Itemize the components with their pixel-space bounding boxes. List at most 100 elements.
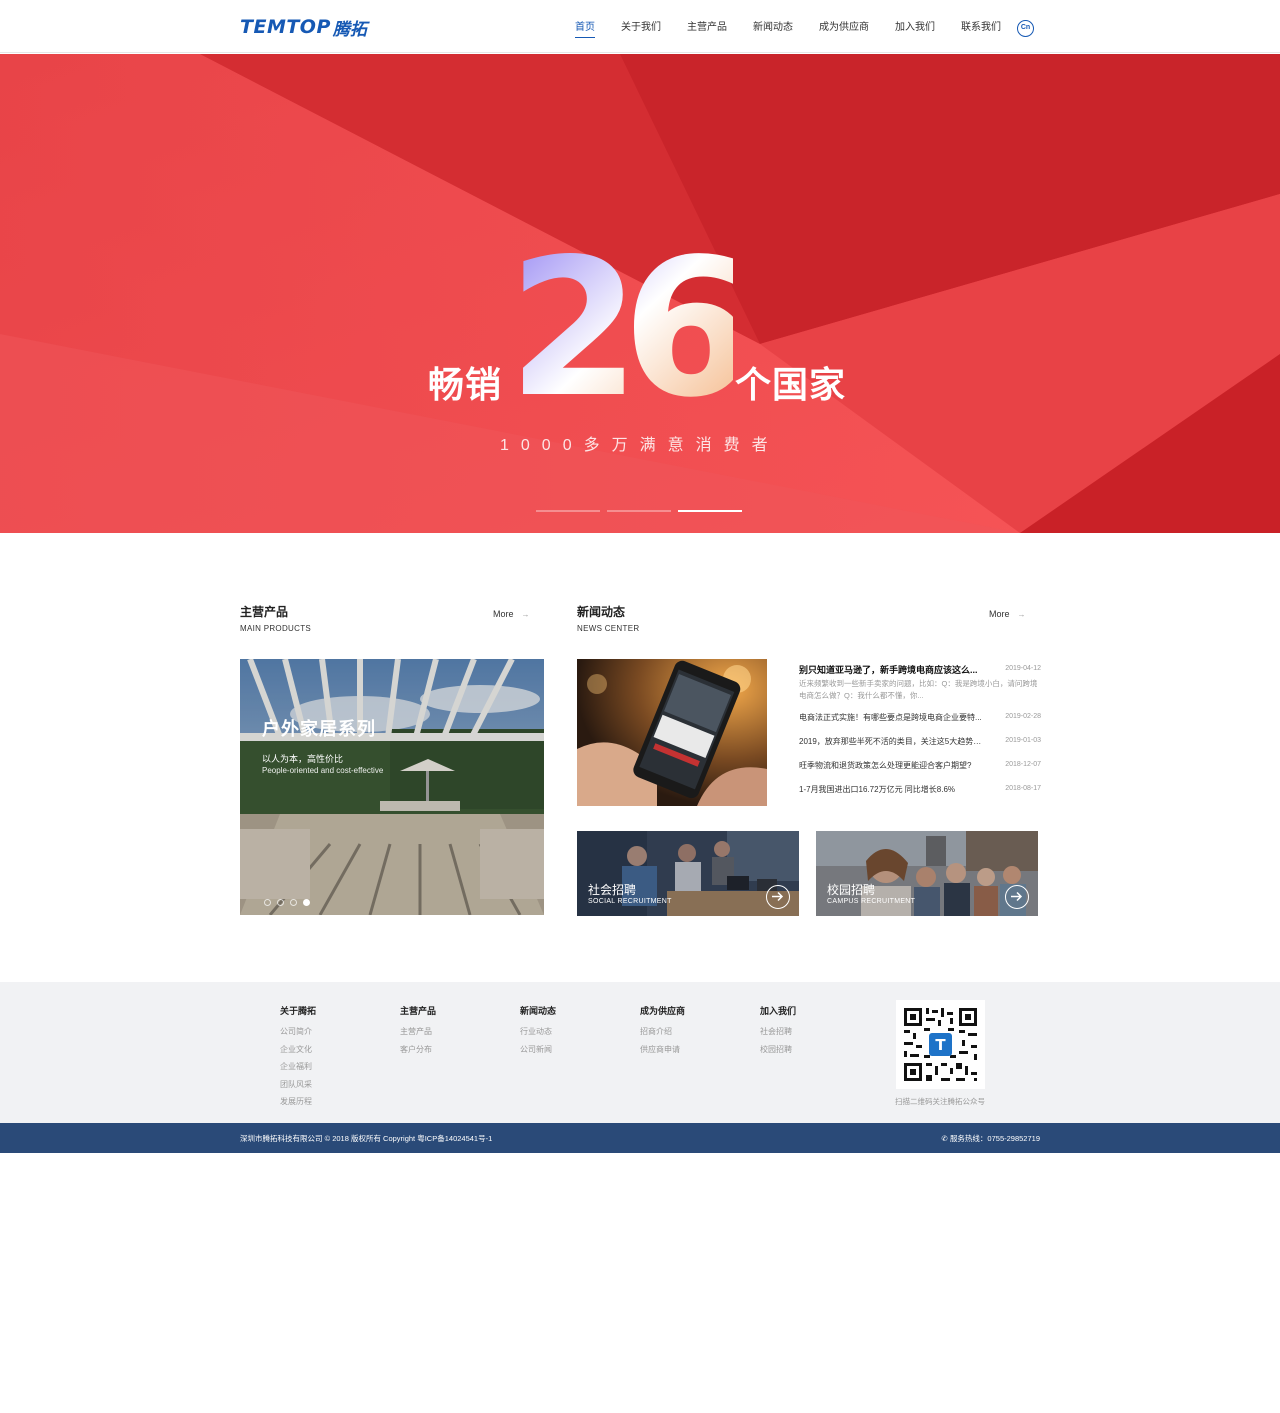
footer-link[interactable]: 行业动态 — [520, 1023, 556, 1041]
news-item[interactable]: 旺季物流和退货政策怎么处理更能迎合客户期望? 2018-12-07 — [799, 760, 1041, 784]
banner-big-number: 26 — [508, 232, 733, 402]
news-item-date: 2018-12-07 — [1005, 761, 1041, 768]
footer-link[interactable]: 校园招聘 — [760, 1041, 796, 1059]
footer-link[interactable]: 公司新闻 — [520, 1041, 556, 1059]
banner-dot-active[interactable] — [678, 510, 742, 512]
qr-caption: 扫描二维码关注腾拓公众号 — [895, 1097, 985, 1106]
arrow-right-icon: → — [1017, 610, 1026, 619]
footer-column-head[interactable]: 加入我们 — [760, 1004, 796, 1017]
footer-link[interactable]: 招商介绍 — [640, 1023, 685, 1041]
products-subtitle: MAIN PRODUCTS — [240, 624, 312, 633]
footer-column-products: 主营产品 主营产品 客户分布 — [400, 1004, 436, 1058]
news-item-date: 2019-01-03 — [1005, 737, 1041, 744]
news-item[interactable]: 2019，放弃那些半死不活的类目，关注这5大趋势类... 2019-01-03 — [799, 736, 1041, 760]
hotline-text: 服务热线：0755-29852719 — [949, 1134, 1040, 1143]
news-item-date: 2019-02-28 — [1005, 713, 1041, 720]
product-dot[interactable] — [277, 899, 284, 906]
hero-banner[interactable]: 畅销 26 个国家 1000多万满意消费者 — [0, 54, 1280, 533]
site-header: TEMTOP 腾拓 首页 关于我们 主营产品 新闻动态 成为供应商 加入我们 联… — [0, 0, 1280, 53]
nav-item-home[interactable]: 首页 — [575, 20, 595, 38]
site-logo[interactable]: TEMTOP 腾拓 — [240, 16, 367, 40]
banner-text-left: 畅销 — [428, 365, 503, 406]
footer-column-about: 关于腾拓 公司简介 企业文化 企业福利 团队风采 发展历程 — [280, 1004, 316, 1111]
nav-item-supplier[interactable]: 成为供应商 — [819, 20, 869, 38]
campus-recruitment-card[interactable]: 校园招聘 CAMPUS RECRUITMENT — [816, 831, 1038, 916]
banner-dot[interactable] — [536, 510, 600, 512]
news-subtitle: NEWS CENTER — [577, 624, 640, 633]
footer-column-head[interactable]: 关于腾拓 — [280, 1004, 316, 1017]
wechat-qr-code: T — [896, 1000, 985, 1089]
nav-item-contact[interactable]: 联系我们 — [961, 20, 1001, 38]
news-item-title[interactable]: 电商法正式实施！有哪些要点是跨境电商企业要特... — [799, 712, 987, 724]
footer-link[interactable]: 发展历程 — [280, 1093, 316, 1111]
footer-link[interactable]: 客户分布 — [400, 1041, 436, 1059]
news-featured-image[interactable] — [577, 659, 767, 806]
banner-number-text: 26 — [508, 232, 733, 402]
campus-recruitment-title: 校园招聘 — [827, 883, 876, 897]
footer-link[interactable]: 企业福利 — [280, 1058, 316, 1076]
banner-dot[interactable] — [607, 510, 671, 512]
nav-item-news[interactable]: 新闻动态 — [753, 20, 793, 38]
logo-text-en: TEMTOP — [240, 16, 331, 38]
site-footer: 关于腾拓 公司简介 企业文化 企业福利 团队风采 发展历程 主营产品 主营产品 … — [0, 982, 1280, 1123]
more-label: More — [989, 609, 1010, 619]
campus-recruitment-subtitle: CAMPUS RECRUITMENT — [827, 898, 916, 905]
footer-column-head[interactable]: 成为供应商 — [640, 1004, 685, 1017]
product-slide-desc-en: People-oriented and cost-effective — [262, 766, 384, 775]
news-item-date: 2018-08-17 — [1005, 785, 1041, 792]
product-carousel[interactable]: 户外家居系列 以人为本，高性价比 People-oriented and cos… — [240, 659, 544, 915]
copyright-text: 深圳市腾拓科技有限公司 © 2018 版权所有 Copyright 粤ICP备1… — [240, 1134, 493, 1143]
nav-item-products[interactable]: 主营产品 — [687, 20, 727, 38]
product-pagination — [264, 899, 316, 906]
social-recruitment-subtitle: SOCIAL RECRUITMENT — [588, 898, 672, 905]
nav-item-join[interactable]: 加入我们 — [895, 20, 935, 38]
social-recruitment-card[interactable]: 社会招聘 SOCIAL RECRUITMENT — [577, 831, 799, 916]
footer-link[interactable]: 供应商申请 — [640, 1041, 685, 1059]
news-item[interactable]: 别只知道亚马逊了，新手跨境电商应该这么... 2019-04-12 — [799, 664, 1041, 688]
logo-text-cn: 腾拓 — [332, 19, 367, 40]
news-item-title[interactable]: 1-7月我国进出口16.72万亿元 同比增长8.6% — [799, 784, 987, 796]
footer-link[interactable]: 企业文化 — [280, 1041, 316, 1059]
footer-column-join: 加入我们 社会招聘 校园招聘 — [760, 1004, 796, 1058]
products-title: 主营产品 — [240, 605, 289, 619]
news-item-date: 2019-04-12 — [1005, 665, 1041, 672]
footer-link[interactable]: 公司简介 — [280, 1023, 316, 1041]
product-slide-title: 户外家居系列 — [262, 719, 376, 739]
product-dot[interactable] — [264, 899, 271, 906]
footer-column-head[interactable]: 主营产品 — [400, 1004, 436, 1017]
footer-column-news: 新闻动态 行业动态 公司新闻 — [520, 1004, 556, 1058]
product-dot-active[interactable] — [303, 899, 310, 906]
copyright-bar: 深圳市腾拓科技有限公司 © 2018 版权所有 Copyright 粤ICP备1… — [0, 1123, 1280, 1153]
news-item[interactable]: 电商法正式实施！有哪些要点是跨境电商企业要特... 2019-02-28 — [799, 712, 1041, 736]
arrow-circle-right-icon[interactable] — [1005, 885, 1029, 909]
news-item-title[interactable]: 别只知道亚马逊了，新手跨境电商应该这么... — [799, 664, 987, 676]
footer-column-supplier: 成为供应商 招商介绍 供应商申请 — [640, 1004, 685, 1058]
phone-photo — [577, 659, 767, 806]
news-more-link[interactable]: More → — [989, 609, 1026, 619]
news-item-title[interactable]: 旺季物流和退货政策怎么处理更能迎合客户期望? — [799, 760, 987, 772]
banner-pagination — [536, 510, 749, 512]
main-nav: 首页 关于我们 主营产品 新闻动态 成为供应商 加入我们 联系我们 — [575, 20, 1027, 40]
products-more-link[interactable]: More → — [493, 609, 530, 619]
banner-subtitle: 1000多万满意消费者 — [500, 437, 780, 454]
news-title: 新闻动态 — [577, 605, 626, 619]
news-item[interactable]: 1-7月我国进出口16.72万亿元 同比增长8.6% 2018-08-17 — [799, 784, 1041, 808]
footer-link[interactable]: 团队风采 — [280, 1076, 316, 1094]
qr-logo-text: T — [935, 1036, 946, 1054]
social-recruitment-title: 社会招聘 — [588, 883, 637, 897]
language-switch-button[interactable]: Cn — [1017, 20, 1034, 37]
news-item-title[interactable]: 2019，放弃那些半死不活的类目，关注这5大趋势类... — [799, 736, 987, 748]
footer-link[interactable]: 主营产品 — [400, 1023, 436, 1041]
phone-icon: ✆ — [941, 1134, 948, 1143]
more-label: More — [493, 609, 514, 619]
footer-column-head[interactable]: 新闻动态 — [520, 1004, 556, 1017]
hotline: ✆ 服务热线：0755-29852719 — [942, 1133, 1040, 1144]
banner-text-right: 个国家 — [735, 365, 847, 406]
news-list: 别只知道亚马逊了，新手跨境电商应该这么... 2019-04-12 近来频繁收到… — [799, 664, 1041, 808]
nav-item-about[interactable]: 关于我们 — [621, 20, 661, 38]
product-dot[interactable] — [290, 899, 297, 906]
arrow-circle-right-icon[interactable] — [766, 885, 790, 909]
arrow-right-icon: → — [521, 610, 530, 619]
product-slide-desc: 以人为本，高性价比 — [262, 754, 344, 764]
footer-link[interactable]: 社会招聘 — [760, 1023, 796, 1041]
